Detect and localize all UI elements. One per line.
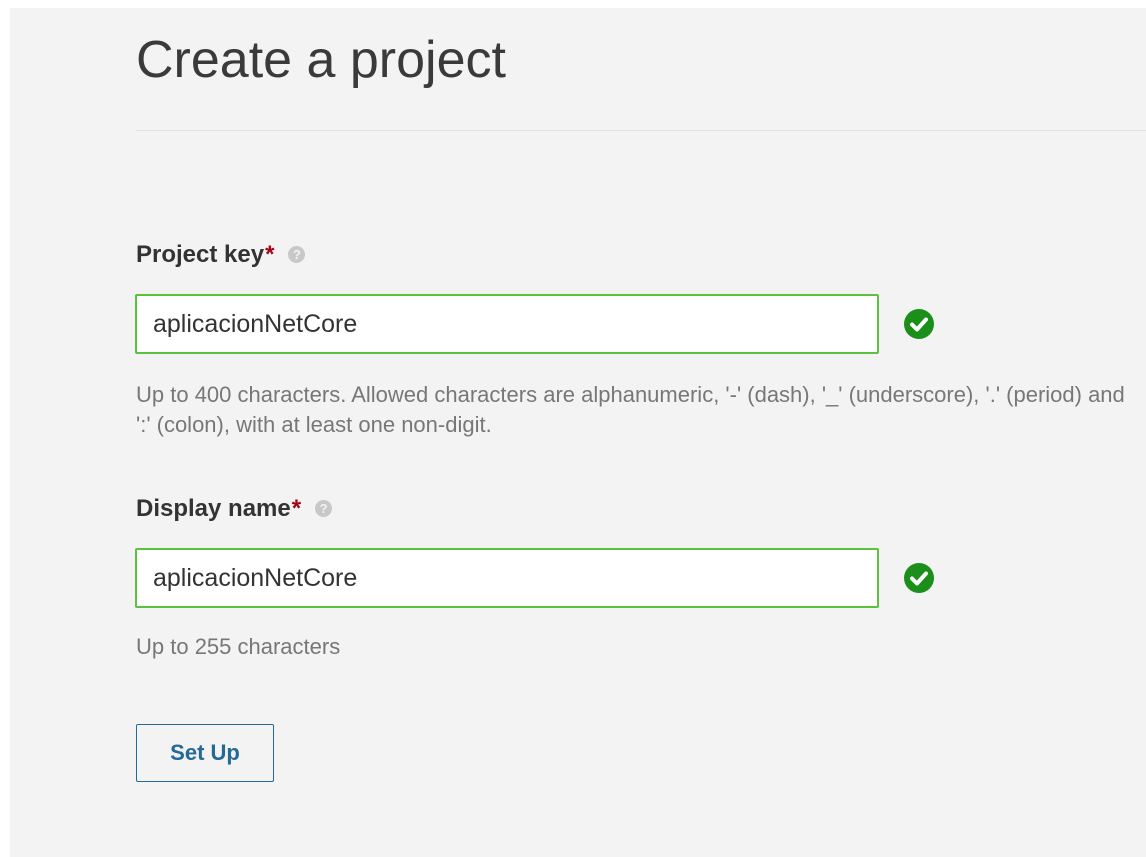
display-name-input[interactable] xyxy=(135,548,879,608)
display-name-help-text: Up to 255 characters xyxy=(136,634,341,659)
check-circle-icon xyxy=(904,309,934,339)
check-circle-icon xyxy=(904,563,934,593)
project-key-label: Project key*? xyxy=(136,240,306,270)
title-divider xyxy=(136,130,1146,131)
set-up-button[interactable]: Set Up xyxy=(136,724,274,782)
help-icon[interactable]: ? xyxy=(315,500,333,517)
project-key-help-text: Up to 400 characters. Allowed characters… xyxy=(136,382,1125,437)
display-name-label: Display name*? xyxy=(136,494,333,524)
project-key-input[interactable] xyxy=(135,294,879,354)
main-panel: Create a project Project key*? Up to 400… xyxy=(10,8,1146,857)
display-name-label-text: Display name xyxy=(136,495,291,522)
page-title: Create a project xyxy=(136,31,506,89)
required-marker: * xyxy=(291,495,302,522)
project-key-label-text: Project key xyxy=(136,241,265,268)
help-icon[interactable]: ? xyxy=(288,246,306,263)
required-marker: * xyxy=(265,241,275,268)
